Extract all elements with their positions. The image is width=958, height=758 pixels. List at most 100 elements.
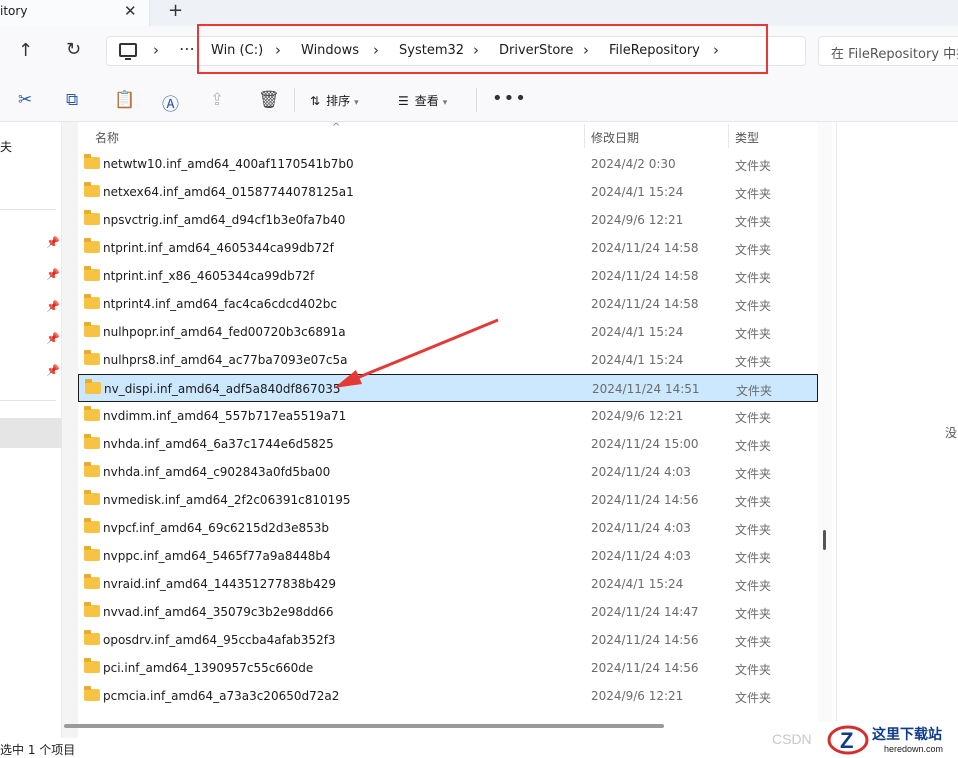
file-row[interactable]: pcmcia.inf_amd64_a73a3c20650d72a2 2024/9/… xyxy=(78,682,818,710)
sort-label: 排序 xyxy=(326,94,351,108)
selection-status: 选中 1 个项目 xyxy=(0,743,76,757)
nav-item-quick-access[interactable]: 夫 xyxy=(0,138,12,155)
file-type: 文件夹 xyxy=(735,355,772,369)
file-row[interactable]: nvraid.inf_amd64_144351277838b429 2024/4/… xyxy=(78,570,818,598)
file-row[interactable]: nvmedisk.inf_amd64_2f2c06391c810195 2024/… xyxy=(78,486,818,514)
file-row[interactable]: netxex64.inf_amd64_01587744078125a1 2024/… xyxy=(78,178,818,206)
close-icon[interactable]: ✕ xyxy=(124,2,137,20)
file-date: 2024/9/6 12:21 xyxy=(591,213,684,227)
file-type: 文件夹 xyxy=(735,691,772,705)
file-row[interactable]: nvhda.inf_amd64_6a37c1744e6d5825 2024/11/… xyxy=(78,430,818,458)
more-options-icon[interactable]: ••• xyxy=(492,88,527,109)
sort-button[interactable]: ⇅ 排序 ▾ xyxy=(310,92,359,109)
share-icon[interactable]: ⇪ xyxy=(210,90,224,110)
refresh-icon[interactable]: ↻ xyxy=(66,39,81,60)
tab-filerepository[interactable]: itory ✕ xyxy=(0,0,150,26)
chevron-right-icon[interactable]: › xyxy=(153,41,159,59)
view-button[interactable]: ☰ 查看 ▾ xyxy=(398,92,447,109)
file-row[interactable]: oposdrv.inf_amd64_95ccba4afab352f3 2024/1… xyxy=(78,626,818,654)
details-pane-text: 没 xyxy=(945,426,958,440)
delete-icon[interactable]: 🗑 xyxy=(258,90,280,110)
column-divider[interactable] xyxy=(728,124,729,148)
nav-item-selected[interactable] xyxy=(0,418,62,448)
chevron-down-icon: ▾ xyxy=(442,98,448,108)
file-date: 2024/9/6 12:21 xyxy=(591,409,684,423)
file-name: oposdrv.inf_amd64_95ccba4afab352f3 xyxy=(103,633,336,647)
file-row-selected[interactable]: nv_dispi.inf_amd64_adf5a840df867035 2024/… xyxy=(78,374,818,402)
file-row[interactable]: nulhprs8.inf_amd64_ac77ba7093e07c5a 2024/… xyxy=(78,346,818,374)
pin-icon[interactable]: 📌 xyxy=(46,332,60,345)
up-arrow-icon[interactable]: ↑ xyxy=(18,40,33,61)
toolbar-divider xyxy=(294,88,295,112)
navigation-pane: 夫 📌 📌 📌 📌 📌 xyxy=(0,122,62,738)
horizontal-scrollbar[interactable] xyxy=(64,724,664,728)
nav-divider xyxy=(0,209,56,210)
file-row[interactable]: nulhpopr.inf_amd64_fed00720b3c6891a 2024/… xyxy=(78,318,818,346)
file-date: 2024/11/24 14:56 xyxy=(591,661,699,675)
new-tab-icon[interactable]: + xyxy=(168,0,183,21)
details-pane: 没 xyxy=(836,122,958,722)
heredown-logo-icon: Z xyxy=(827,725,869,755)
file-name: netwtw10.inf_amd64_400af1170541b7b0 xyxy=(103,157,354,171)
pin-icon[interactable]: 📌 xyxy=(46,236,60,249)
pin-icon[interactable]: 📌 xyxy=(46,268,60,281)
file-row[interactable]: nvhda.inf_amd64_c902843a0fd5ba00 2024/11/… xyxy=(78,458,818,486)
folder-icon xyxy=(84,574,100,589)
file-name: nvdimm.inf_amd64_557b717ea5519a71 xyxy=(103,409,347,423)
file-date: 2024/11/24 14:47 xyxy=(591,605,699,619)
file-date: 2024/11/24 4:03 xyxy=(591,549,691,563)
folder-icon xyxy=(84,518,100,533)
folder-icon xyxy=(84,238,100,253)
more-locations-icon[interactable]: ⋯ xyxy=(179,39,195,58)
file-name: pcmcia.inf_amd64_a73a3c20650d72a2 xyxy=(103,689,340,703)
folder-icon xyxy=(84,210,100,225)
column-divider[interactable] xyxy=(584,124,585,148)
file-row[interactable]: npsvctrig.inf_amd64_d94cf1b3e0fa7b40 2024… xyxy=(78,206,818,234)
file-row[interactable]: nvvad.inf_amd64_35079c3b2e98dd66 2024/11/… xyxy=(78,598,818,626)
search-input[interactable]: 在 FileRepository 中搜 xyxy=(818,36,958,66)
file-date: 2024/9/6 12:21 xyxy=(591,689,684,703)
column-header-type[interactable]: 类型 xyxy=(735,129,759,146)
file-row[interactable]: ntprint.inf_amd64_4605344ca99db72f 2024/1… xyxy=(78,234,818,262)
file-list: netwtw10.inf_amd64_400af1170541b7b0 2024/… xyxy=(78,150,818,722)
scrollbar-thumb[interactable] xyxy=(823,530,826,550)
file-row[interactable]: nvpcf.inf_amd64_69c6215d2d3e853b 2024/11/… xyxy=(78,514,818,542)
file-type: 文件夹 xyxy=(735,159,772,173)
cut-icon[interactable]: ✂ xyxy=(18,90,32,110)
file-row[interactable]: pci.inf_amd64_1390957c55c660de 2024/11/24… xyxy=(78,654,818,682)
file-type: 文件夹 xyxy=(735,579,772,593)
file-row[interactable]: netwtw10.inf_amd64_400af1170541b7b0 2024/… xyxy=(78,150,818,178)
file-name: nvppc.inf_amd64_5465f77a9a8448b4 xyxy=(103,549,331,563)
vertical-scrollbar[interactable] xyxy=(818,122,832,722)
file-name: nvraid.inf_amd64_144351277838b429 xyxy=(103,577,336,591)
column-header-modified[interactable]: 修改日期 xyxy=(591,129,639,146)
file-date: 2024/11/24 15:00 xyxy=(591,437,699,451)
file-date: 2024/11/24 4:03 xyxy=(591,465,691,479)
view-icon: ☰ xyxy=(398,94,409,108)
file-name: nulhprs8.inf_amd64_ac77ba7093e07c5a xyxy=(103,353,348,367)
pin-icon[interactable]: 📌 xyxy=(46,364,60,377)
rename-icon[interactable]: Ⓐ xyxy=(162,90,179,115)
folder-icon xyxy=(84,658,100,673)
folder-icon xyxy=(84,546,100,561)
file-date: 2024/4/1 15:24 xyxy=(591,185,684,199)
file-type: 文件夹 xyxy=(735,187,772,201)
file-row[interactable]: nvppc.inf_amd64_5465f77a9a8448b4 2024/11/… xyxy=(78,542,818,570)
file-row[interactable]: nvdimm.inf_amd64_557b717ea5519a71 2024/9/… xyxy=(78,402,818,430)
folder-icon xyxy=(84,406,100,421)
file-row[interactable]: ntprint.inf_x86_4605344ca99db72f 2024/11/… xyxy=(78,262,818,290)
column-header-name[interactable]: 名称 xyxy=(95,129,119,146)
computer-icon[interactable] xyxy=(119,43,137,60)
file-row[interactable]: ntprint4.inf_amd64_fac4ca6cdcd402bc 2024/… xyxy=(78,290,818,318)
file-type: 文件夹 xyxy=(735,439,772,453)
paste-icon[interactable]: 📋 xyxy=(114,90,135,110)
file-name: npsvctrig.inf_amd64_d94cf1b3e0fa7b40 xyxy=(103,213,346,227)
file-date: 2024/4/1 15:24 xyxy=(591,577,684,591)
breadcrumb-highlight-box xyxy=(197,24,768,74)
pin-icon[interactable]: 📌 xyxy=(46,300,60,313)
file-name: nv_dispi.inf_amd64_adf5a840df867035 xyxy=(104,382,341,396)
file-name: nvmedisk.inf_amd64_2f2c06391c810195 xyxy=(103,493,351,507)
copy-icon[interactable]: ⧉ xyxy=(66,90,78,110)
file-date: 2024/11/24 14:51 xyxy=(592,382,700,396)
file-date: 2024/11/24 4:03 xyxy=(591,521,691,535)
